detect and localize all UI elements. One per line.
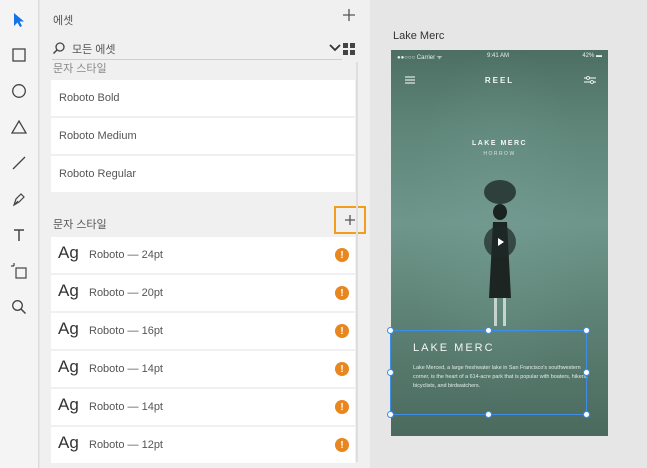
char-style-row[interactable]: Ag Roboto — 20pt ! xyxy=(51,275,355,311)
style-preview: Ag xyxy=(58,319,79,338)
warning-icon[interactable]: ! xyxy=(335,362,349,376)
assets-header: 에셋 모든 에셋 xyxy=(40,0,370,62)
char-style-row[interactable]: Ag Roboto — 14pt ! xyxy=(51,389,355,425)
style-preview: Ag xyxy=(58,357,79,376)
resize-handle[interactable] xyxy=(583,327,590,334)
mock-nav-bar: REEL xyxy=(391,68,608,90)
warning-icon[interactable]: ! xyxy=(335,324,349,338)
assets-panel: 문자 스타일 ! Roboto Bold Roboto Medium Robot… xyxy=(40,0,370,468)
resize-handle[interactable] xyxy=(387,369,394,376)
ellipse-tool[interactable] xyxy=(7,79,31,103)
char-style-row[interactable]: Ag Roboto — 16pt ! xyxy=(51,313,355,349)
char-style-row[interactable]: Ag Roboto — 12pt ! xyxy=(51,427,355,463)
text-tool[interactable] xyxy=(7,223,31,247)
char-style-row[interactable]: Ag Roboto — 14pt ! xyxy=(51,351,355,387)
chevron-down-icon xyxy=(329,44,341,52)
plus-icon xyxy=(345,215,355,225)
style-label: Roboto — 16pt xyxy=(89,325,163,337)
triangle-icon xyxy=(10,119,28,134)
char-styles-label: 문자 스타일 xyxy=(53,219,107,231)
style-preview: Ag xyxy=(58,395,79,414)
font-asset-bold[interactable]: Roboto Bold xyxy=(51,80,355,116)
panel-title: 에셋 xyxy=(53,15,74,27)
style-label: Roboto — 20pt xyxy=(89,287,163,299)
resize-handle[interactable] xyxy=(485,411,492,418)
play-button[interactable] xyxy=(484,226,516,258)
magnifier-icon xyxy=(12,300,27,315)
panel-scrollbar[interactable] xyxy=(356,62,358,462)
artboard-label[interactable]: Lake Merc xyxy=(393,30,444,42)
status-battery: 42% ▬ xyxy=(582,53,602,59)
char-style-row[interactable]: Ag Roboto — 24pt ! xyxy=(51,237,355,273)
style-preview: Ag xyxy=(58,433,79,452)
pen-icon xyxy=(12,193,25,207)
add-asset-button[interactable] xyxy=(342,8,358,24)
asset-filter-dropdown[interactable]: 모든 에셋 xyxy=(52,38,342,60)
warning-icon[interactable]: ! xyxy=(335,286,349,300)
arrow-pointer-icon xyxy=(14,13,24,27)
status-time: 9:41 AM xyxy=(487,53,510,59)
rectangle-tool[interactable] xyxy=(7,43,31,67)
style-label: Roboto — 14pt xyxy=(89,363,163,375)
style-preview: Ag xyxy=(58,243,79,262)
hero-title: LAKE MERC xyxy=(471,140,528,147)
resize-handle[interactable] xyxy=(387,411,394,418)
text-icon xyxy=(14,229,24,241)
polygon-tool[interactable] xyxy=(7,115,31,139)
add-char-style-button[interactable] xyxy=(334,206,366,234)
tools-toolbar xyxy=(0,0,39,468)
hero-subtitle: HORROW xyxy=(483,151,516,157)
style-label: Roboto — 24pt xyxy=(89,249,163,261)
ellipse-icon xyxy=(12,84,26,98)
resize-handle[interactable] xyxy=(387,327,394,334)
style-label: Roboto — 12pt xyxy=(89,439,163,451)
filter-value: 모든 에셋 xyxy=(72,44,116,56)
line-icon xyxy=(12,156,26,170)
plus-icon xyxy=(343,9,355,21)
sliders-icon xyxy=(584,76,596,84)
search-icon xyxy=(52,42,65,55)
grid-view-icon[interactable] xyxy=(342,42,356,56)
style-label: Roboto — 14pt xyxy=(89,401,163,413)
play-icon xyxy=(498,238,504,246)
status-carrier: ●●○○○ Carrier ᯤ xyxy=(397,55,443,61)
font-asset-regular[interactable]: Roboto Regular xyxy=(51,156,355,192)
rectangle-icon xyxy=(12,48,26,62)
artboard-icon xyxy=(11,263,27,279)
pen-tool[interactable] xyxy=(7,187,31,211)
brand-logo: REEL xyxy=(484,76,515,85)
style-preview: Ag xyxy=(58,281,79,300)
select-tool[interactable] xyxy=(7,8,31,32)
warning-icon[interactable]: ! xyxy=(335,248,349,262)
zoom-tool[interactable] xyxy=(7,295,31,319)
mock-status-bar: ●●○○○ Carrier ᯤ 9:41 AM 42% ▬ xyxy=(391,50,608,64)
selection-bounding-box[interactable] xyxy=(390,330,587,415)
resize-handle[interactable] xyxy=(583,411,590,418)
scrolled-section-heading: 문자 스타일 xyxy=(53,63,107,75)
artboard-tool[interactable] xyxy=(7,259,31,283)
warning-icon[interactable]: ! xyxy=(335,438,349,452)
line-tool[interactable] xyxy=(7,151,31,175)
warning-icon[interactable]: ! xyxy=(335,400,349,414)
resize-handle[interactable] xyxy=(583,369,590,376)
font-asset-medium[interactable]: Roboto Medium xyxy=(51,118,355,154)
resize-handle[interactable] xyxy=(485,327,492,334)
